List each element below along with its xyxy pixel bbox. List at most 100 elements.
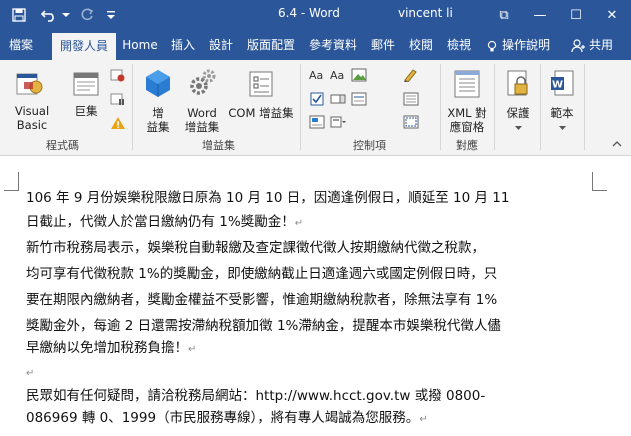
undo-icon[interactable] — [38, 4, 60, 26]
document-page[interactable]: 106 年 9 月份娛樂稅限繳日原為 10 月 10 日，因適逢例假日，順延至 … — [0, 156, 631, 436]
com-addins-label: COM 增益集 — [228, 106, 294, 120]
addins-icon — [146, 70, 170, 97]
visual-basic-button[interactable]: Visual Basic — [0, 66, 64, 132]
tab-developer[interactable]: 開發人員 — [52, 33, 116, 60]
chevron-down-icon — [515, 126, 522, 130]
paragraph-mark: ↵ — [26, 368, 35, 379]
person-icon — [571, 38, 585, 52]
gear-icon — [190, 69, 216, 95]
tab-view[interactable]: 檢視 — [442, 31, 476, 60]
com-addins-icon — [249, 71, 273, 97]
dropdown-list-control-icon[interactable] — [351, 92, 367, 106]
close-button[interactable]: ✕ — [594, 0, 630, 31]
xml-mapping-pane-button[interactable]: XML 對 應窗格 — [444, 66, 490, 134]
combo-box-control-icon[interactable] — [330, 92, 346, 106]
tab-mailings[interactable]: 郵件 — [366, 31, 400, 60]
visual-basic-label: Visual Basic — [14, 104, 50, 132]
tab-home[interactable]: Home — [119, 31, 161, 60]
group-divider — [540, 64, 541, 150]
line-text: 早繳納以免增加稅務負擔！ — [26, 340, 188, 356]
paragraph-line: 106 年 9 月份娛樂稅限繳日原為 10 月 10 日，因適逢例假日，順延至 … — [26, 190, 510, 206]
macros-button[interactable]: 巨集 — [66, 66, 106, 130]
group-label-addins: 增益集 — [202, 139, 235, 152]
tab-insert[interactable]: 插入 — [166, 31, 200, 60]
paragraph-line: 新竹市稅務局表示，娛樂稅自動報繳及查定課徵代徵人按期繳納代徵之稅款， — [26, 240, 485, 256]
addins-button[interactable]: 增 益集 — [138, 66, 178, 134]
ribbon-display-icon: ⧉ — [499, 8, 509, 23]
lightbulb-icon — [487, 40, 497, 51]
xml-mapping-icon — [454, 70, 480, 98]
addins-label-line2: 益集 — [146, 120, 170, 134]
paragraph-line: 早繳納以免增加稅務負擔！↵ — [26, 336, 196, 362]
macros-icon — [73, 72, 99, 96]
group-divider — [494, 64, 495, 150]
share-button[interactable]: 共用 — [562, 31, 622, 60]
tab-file[interactable]: 檔案 — [4, 31, 38, 60]
line-text: 日截止，代徵人於當日繳納仍有 1%獎勵金！ — [26, 214, 295, 230]
chevron-down-icon — [559, 126, 566, 130]
redo-icon[interactable] — [76, 4, 98, 26]
tab-design[interactable]: 設計 — [204, 31, 238, 60]
group-divider — [584, 64, 585, 150]
properties-icon[interactable] — [403, 92, 419, 106]
record-macro-icon[interactable] — [110, 68, 126, 82]
close-icon: ✕ — [606, 8, 618, 23]
ribbon-display-options-button[interactable]: ⧉ — [486, 0, 522, 31]
template-label: 範本 — [550, 106, 574, 120]
ribbon-tab-bar: 檔案 開發人員 Home 插入 設計 版面配置 參考資料 郵件 校閱 檢視 操作… — [0, 31, 631, 60]
paragraph-line: 086969 轉 0、1999（市民服務專線），將有專人竭誠為您服務。↵ — [26, 406, 428, 432]
group-label-code: 程式碼 — [46, 139, 79, 152]
plain-text-control-icon[interactable]: Aa — [330, 69, 346, 83]
paragraph-line: 民眾如有任何疑問，請洽稅務局網站：http://www.hcct.gov.tw … — [26, 388, 486, 404]
group-label-controls: 控制項 — [353, 139, 386, 152]
tab-review[interactable]: 校閱 — [404, 31, 438, 60]
addins-label-line1: 增 — [152, 106, 164, 120]
paragraph-line: 要在期限內繳納者，獎勵金權益不受影響，惟逾期繳納稅款者，除無法享有 1% — [26, 292, 498, 308]
minimize-icon: — — [533, 8, 547, 23]
legacy-tools-icon[interactable] — [330, 115, 346, 129]
word-addins-button[interactable]: Word 增益集 — [180, 66, 224, 134]
line-text: 086969 轉 0、1999（市民服務專線），將有專人竭誠為您服務。 — [26, 410, 420, 426]
com-addins-button[interactable]: COM 增益集 — [226, 66, 296, 130]
collapse-ribbon-icon[interactable] — [612, 140, 622, 147]
maximize-icon: ☐ — [570, 8, 582, 23]
svg-text:W: W — [552, 80, 563, 91]
design-mode-icon[interactable] — [403, 68, 419, 82]
picture-control-icon[interactable] — [351, 68, 367, 82]
paragraph-mark: ↵ — [294, 218, 304, 229]
word-addins-label-line2: 增益集 — [184, 120, 220, 134]
macro-security-icon[interactable] — [110, 116, 126, 130]
tab-layout[interactable]: 版面配置 — [242, 31, 300, 60]
paragraph-line: 獎勵金外，每逾 2 日還需按滯納稅額加徵 1%滯納金，提醒本市娛樂稅代徵人儘 — [26, 318, 501, 334]
word-template-icon: W — [551, 70, 574, 96]
protect-button[interactable]: 保護 — [498, 66, 538, 136]
tab-references[interactable]: 參考資料 — [304, 31, 362, 60]
group-controls-icon[interactable] — [403, 115, 419, 129]
paragraph-line: 日截止，代徵人於當日繳納仍有 1%獎勵金！↵ — [26, 210, 303, 236]
ribbon: Visual Basic 巨集 程式碼 增 益集 Word 增益集 COM 增益… — [0, 60, 631, 156]
customize-qat-icon[interactable] — [104, 4, 118, 26]
checkbox-control-icon[interactable] — [309, 92, 325, 106]
xml-mapping-label-line2: 應窗格 — [449, 120, 485, 134]
pause-recording-icon[interactable] — [110, 92, 126, 106]
empty-paragraph: ↵ — [26, 360, 34, 386]
rich-text-control-icon[interactable]: Aa — [309, 69, 325, 83]
save-icon[interactable] — [8, 4, 30, 26]
building-block-control-icon[interactable] — [309, 115, 325, 129]
undo-dropdown-icon[interactable] — [60, 4, 72, 26]
lock-document-icon — [507, 70, 528, 96]
macros-label: 巨集 — [74, 104, 98, 118]
margin-marker-left — [4, 172, 19, 191]
document-template-button[interactable]: W 範本 — [542, 66, 582, 136]
title-bar: 6.4 - Word vincent li ⧉ — ☐ ✕ — [0, 0, 631, 31]
margin-marker-right — [592, 172, 607, 191]
maximize-button[interactable]: ☐ — [558, 0, 594, 31]
word-addins-label-line1: Word — [187, 106, 217, 120]
paragraph-mark: ↵ — [419, 414, 428, 425]
tell-me-label: 操作說明 — [502, 38, 551, 52]
tell-me-box[interactable]: 操作說明 — [486, 31, 556, 60]
protect-label: 保護 — [506, 106, 530, 120]
user-name[interactable]: vincent li — [398, 6, 453, 20]
minimize-button[interactable]: — — [522, 0, 558, 31]
xml-mapping-label-line1: XML 對 — [447, 106, 487, 120]
